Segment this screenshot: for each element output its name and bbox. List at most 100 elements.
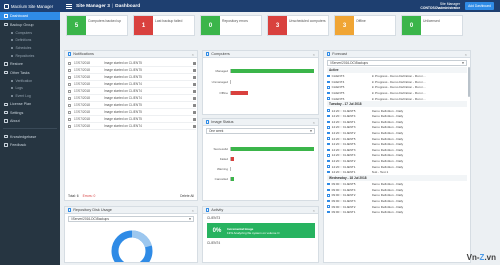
list-item[interactable]: 17/07/2018 Image started on CLIENT5 bbox=[68, 109, 196, 116]
bar[interactable] bbox=[231, 69, 314, 73]
tile-label: Computers backed up bbox=[88, 19, 122, 23]
close-icon[interactable]: × bbox=[313, 208, 315, 213]
sidebar-item-repositories[interactable]: Repositories bbox=[0, 52, 60, 60]
sidebar-item-knowledgebase[interactable]: Knowledgebase bbox=[0, 132, 60, 140]
sidebar-item-restore[interactable]: Restore bbox=[0, 60, 60, 68]
notification-date: 17/07/2018 bbox=[74, 110, 90, 114]
forecast-status: Demo Definition - Daily bbox=[371, 114, 404, 119]
trash-icon[interactable] bbox=[193, 124, 196, 128]
row-checkbox[interactable] bbox=[68, 96, 71, 100]
forecast-group-header[interactable]: Tuesday - 17 Jul 2018 bbox=[327, 101, 467, 108]
repository-select[interactable]: \\Server\2016-DC\Backups ▼ bbox=[68, 216, 194, 222]
dashboard-icon bbox=[4, 14, 8, 18]
trash-icon[interactable] bbox=[193, 110, 196, 114]
close-icon[interactable]: × bbox=[192, 52, 194, 57]
activity-detail: 13% Analyzing file system on volume C: bbox=[227, 230, 281, 235]
list-item[interactable]: 17/07/2018 Image started on CLIENT4 bbox=[68, 95, 196, 102]
row-checkbox[interactable] bbox=[68, 117, 71, 121]
forecast-row-icon bbox=[327, 210, 330, 214]
forecast-repository-select[interactable]: \\Server\2016-DC\Backups ▼ bbox=[327, 60, 467, 66]
list-item[interactable]: 17/07/2018 Image started on CLIENT4 bbox=[68, 123, 196, 130]
bar-track bbox=[230, 167, 314, 171]
tile-repository-errors[interactable]: 0 Repository errors bbox=[200, 15, 262, 36]
list-item[interactable]: 17/07/2018 Image started on CLIENT5 bbox=[68, 60, 196, 67]
forecast-row-icon bbox=[327, 188, 330, 192]
tile-computers-backed-up[interactable]: 5 Computers backed up bbox=[66, 15, 128, 36]
row-checkbox[interactable] bbox=[68, 89, 71, 93]
trash-icon[interactable] bbox=[193, 117, 196, 121]
forecast-group-header[interactable]: Wednesday - 18 Jul 2018 bbox=[327, 175, 467, 181]
row-checkbox[interactable] bbox=[68, 124, 71, 128]
sidebar-item-verification[interactable]: Verification bbox=[0, 77, 60, 85]
chevron-down-icon: ▼ bbox=[188, 216, 192, 221]
close-icon[interactable]: × bbox=[192, 208, 194, 213]
list-item[interactable]: 17/07/2018 Image started on CLIENT5 bbox=[68, 116, 196, 123]
forecast-row[interactable]: 09:00 :: CLIENT1 Demo Definition - Daily bbox=[327, 209, 467, 215]
sidebar-item-license-plan[interactable]: License Plan bbox=[0, 100, 60, 108]
panel-title: Repository Disk Usage bbox=[73, 208, 112, 212]
sidebar-item-dashboard[interactable]: Dashboard bbox=[0, 12, 60, 21]
bar[interactable] bbox=[231, 91, 248, 95]
list-item[interactable]: 17/07/2018 Image started on CLIENT5 bbox=[68, 102, 196, 109]
row-checkbox[interactable] bbox=[68, 61, 71, 65]
close-icon[interactable]: × bbox=[313, 120, 315, 125]
activity-icon bbox=[206, 208, 210, 212]
info-icon bbox=[4, 119, 8, 123]
activity-progress[interactable]: 0% Incremental Image 13% Analyzing file … bbox=[207, 223, 315, 238]
trash-icon[interactable] bbox=[193, 82, 196, 86]
bar-track bbox=[230, 157, 314, 161]
disk-usage-donut bbox=[111, 230, 153, 262]
trash-icon[interactable] bbox=[193, 89, 196, 93]
trash-icon[interactable] bbox=[193, 61, 196, 65]
bar[interactable] bbox=[231, 157, 234, 161]
trash-icon[interactable] bbox=[193, 75, 196, 79]
tile-unscheduled-computers[interactable]: 3 Unscheduled computers bbox=[267, 15, 329, 36]
sidebar-item-computers[interactable]: Computers bbox=[0, 29, 60, 37]
forecast-row-icon bbox=[327, 86, 330, 89]
tile-offline[interactable]: 3 Offline bbox=[334, 15, 396, 36]
sidebar-item-other-tasks[interactable]: Other Tasks bbox=[0, 68, 60, 76]
restore-icon bbox=[4, 62, 8, 66]
forecast-status: Demo Definition - Daily bbox=[371, 204, 404, 209]
sidebar-item-definitions[interactable]: Definitions bbox=[0, 37, 60, 45]
list-item[interactable]: 17/07/2018 Image started on CLIENT4 bbox=[68, 88, 196, 95]
forecast-status: Demo Definition - Daily bbox=[371, 182, 404, 187]
list-item[interactable]: 17/07/2018 Image started on CLIENT5 bbox=[68, 67, 196, 74]
sidebar-item-schedules[interactable]: Schedules bbox=[0, 44, 60, 52]
forecast-scrollbar[interactable] bbox=[467, 67, 470, 97]
image-status-header: Image Status × bbox=[203, 119, 318, 126]
sidebar-item-event-log[interactable]: Event Log bbox=[0, 92, 60, 100]
row-checkbox[interactable] bbox=[68, 103, 71, 107]
trash-icon[interactable] bbox=[193, 103, 196, 107]
tile-last-backup-failed[interactable]: 1 Last backup failed bbox=[133, 15, 195, 36]
forecast-group-header[interactable]: Active bbox=[327, 67, 467, 73]
tile-unlicensed[interactable]: 0 Unlicensed bbox=[401, 15, 463, 36]
row-checkbox[interactable] bbox=[68, 68, 71, 72]
sidebar-item-logs[interactable]: Logs bbox=[0, 85, 60, 93]
close-icon[interactable]: × bbox=[465, 52, 467, 57]
delete-all-button[interactable]: Delete All bbox=[180, 194, 194, 198]
sidebar-item-label: Computers bbox=[15, 30, 33, 35]
sidebar-item-feedback[interactable]: Feedback bbox=[0, 141, 60, 149]
brand[interactable]: Macrium Site Manager bbox=[0, 0, 64, 12]
user-info[interactable]: Site Manager CONTOSO\administrator bbox=[420, 2, 460, 11]
close-icon[interactable]: × bbox=[313, 52, 315, 57]
sidebar-item-backup-group[interactable]: Backup Group bbox=[0, 20, 60, 28]
sidebar-item-about[interactable]: About bbox=[0, 117, 60, 125]
tile-count: 1 bbox=[134, 16, 153, 35]
row-checkbox[interactable] bbox=[68, 75, 71, 79]
bar[interactable] bbox=[231, 147, 314, 151]
sidebar-item-settings[interactable]: Settings bbox=[0, 109, 60, 117]
period-select[interactable]: One week ▼ bbox=[206, 128, 315, 134]
bar[interactable] bbox=[231, 177, 234, 181]
list-item[interactable]: 17/07/2018 Image started on CLIENT5 bbox=[68, 74, 196, 81]
list-item[interactable]: 17/07/2018 Image started on CLIENT4 bbox=[68, 81, 196, 88]
add-dashboard-button[interactable]: Add Dashboard bbox=[465, 2, 494, 10]
trash-icon[interactable] bbox=[193, 96, 196, 100]
menu-toggle-icon[interactable] bbox=[66, 3, 72, 9]
trash-icon[interactable] bbox=[193, 68, 196, 72]
folder-icon bbox=[4, 22, 8, 27]
top-bar: Macrium Site Manager Site Manager 3 | Dash… bbox=[0, 0, 500, 12]
row-checkbox[interactable] bbox=[68, 82, 71, 86]
row-checkbox[interactable] bbox=[68, 110, 71, 114]
